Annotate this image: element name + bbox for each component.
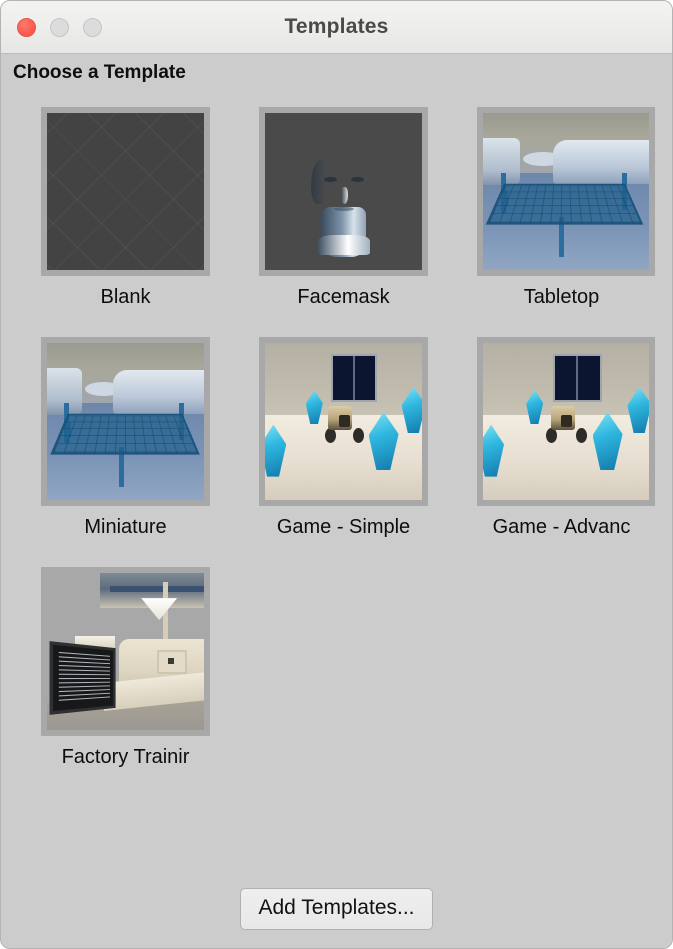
template-label: Facemask [297, 286, 390, 308]
template-item-game-advanced[interactable]: Game - Advanc [477, 337, 655, 539]
room-sofa-shape [112, 369, 204, 414]
template-label: Factory Trainir [61, 746, 190, 768]
template-item-tabletop[interactable]: Tabletop [477, 107, 655, 309]
template-item-miniature[interactable]: Miniature [41, 337, 210, 539]
footer-bar: Add Templates... [1, 888, 672, 930]
head-shadow-shape [310, 160, 326, 205]
template-thumbnail-frame[interactable] [259, 337, 428, 506]
factory-machine-port-shape [156, 649, 187, 674]
head-nose-shape [340, 186, 348, 204]
template-label: Game - Advanc [492, 516, 631, 538]
template-thumbnail-tabletop [483, 113, 649, 270]
table-top-shape [49, 413, 199, 455]
template-row: Factory Trainir [41, 567, 672, 769]
factory-lamp-shape [141, 598, 178, 621]
template-item-factory-training[interactable]: Factory Trainir [41, 567, 210, 769]
grid-pattern [47, 113, 204, 270]
template-grid: Blank Facemask Tabletop Miniature Game -… [41, 107, 672, 797]
game-window-shape [552, 353, 602, 402]
room-sofa-shape [552, 139, 649, 184]
template-thumbnail-blank [47, 113, 204, 270]
template-item-blank[interactable]: Blank [41, 107, 210, 309]
template-thumbnail-factory-training [47, 573, 204, 730]
robot-wheel-shape [324, 427, 336, 443]
factory-panel-text-lines [58, 652, 110, 705]
window-content: Choose a Template Blank Facemask Tableto… [1, 54, 672, 948]
template-thumbnail-frame[interactable] [477, 337, 655, 506]
game-window-shape [330, 353, 378, 402]
window-title: Templates [284, 15, 389, 38]
window-titlebar: Templates [1, 1, 672, 54]
robot-wheel-shape [575, 427, 587, 443]
template-row: Blank Facemask Tabletop [41, 107, 672, 309]
template-thumbnail-game-advanced [483, 343, 649, 500]
template-thumbnail-frame[interactable] [41, 337, 210, 506]
templates-window: Templates Choose a Template Blank Facema… [0, 0, 673, 949]
template-label: Miniature [84, 516, 167, 538]
factory-beam-shape [109, 585, 204, 592]
robot-wheel-shape [352, 427, 364, 443]
add-templates-button[interactable]: Add Templates... [240, 888, 433, 930]
template-thumbnail-miniature [47, 343, 204, 500]
template-thumbnail-game-simple [265, 343, 422, 500]
template-row: Miniature Game - Simple Game - Advanc [41, 337, 672, 539]
template-item-game-simple[interactable]: Game - Simple [259, 337, 428, 539]
template-label: Game - Simple [276, 516, 411, 538]
template-thumbnail-frame[interactable] [41, 107, 210, 276]
template-thumbnail-facemask [265, 113, 422, 270]
template-thumbnail-frame[interactable] [259, 107, 428, 276]
head-collar-shape [317, 235, 370, 256]
template-thumbnail-frame[interactable] [477, 107, 655, 276]
template-item-facemask[interactable]: Facemask [259, 107, 428, 309]
template-thumbnail-frame[interactable] [41, 567, 210, 736]
robot-wheel-shape [546, 427, 558, 443]
template-label: Blank [100, 286, 151, 308]
page-title: Choose a Template [13, 62, 186, 83]
template-label: Tabletop [523, 286, 600, 308]
robot-face-shape [338, 415, 350, 428]
table-top-shape [485, 183, 644, 225]
robot-face-shape [561, 415, 572, 428]
factory-panel-shape [49, 641, 116, 716]
